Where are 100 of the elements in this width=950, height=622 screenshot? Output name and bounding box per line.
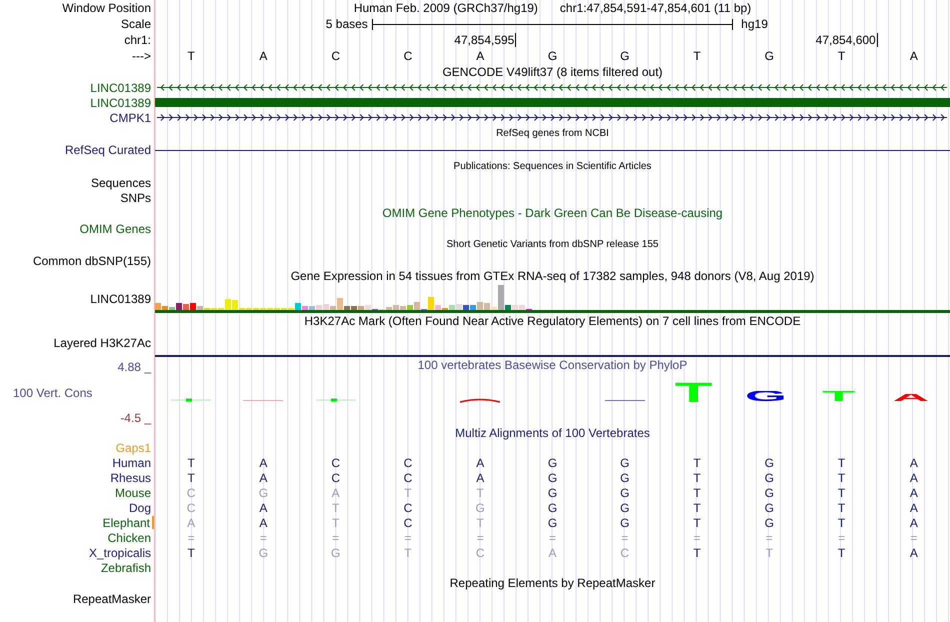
sequence-base: G bbox=[764, 49, 774, 63]
alignment-base: A bbox=[910, 500, 918, 514]
alignment-base: T bbox=[187, 456, 195, 470]
species-label[interactable]: Dog bbox=[128, 500, 151, 514]
species-label[interactable]: Zebrafish bbox=[100, 560, 151, 574]
alignment-base: G bbox=[764, 486, 774, 500]
alignment-base: G bbox=[258, 546, 268, 560]
track-label[interactable]: Sequences bbox=[90, 176, 151, 190]
alignment-base: G bbox=[764, 456, 774, 470]
alignment-base: = bbox=[260, 530, 267, 544]
track-title: OMIM Gene Phenotypes - Dark Green Can Be Disease-causing bbox=[382, 206, 723, 220]
alignment-base: = bbox=[188, 530, 195, 544]
assembly-label: hg19 bbox=[740, 17, 768, 31]
alignment-base: G bbox=[620, 486, 630, 500]
alignment-base: G bbox=[548, 470, 558, 484]
coordinate-tick: 47,854,600 bbox=[816, 33, 878, 47]
alignment-base: G bbox=[620, 470, 630, 484]
sequence-base: A bbox=[259, 49, 268, 63]
alignment-base: G bbox=[548, 500, 558, 514]
alignment-base: = bbox=[694, 530, 701, 544]
axis-min-label: -4.5 _ bbox=[120, 411, 151, 425]
alignment-base: A bbox=[548, 546, 556, 560]
track-label[interactable]: Layered H3K27Ac bbox=[54, 336, 151, 350]
alignment-base: A bbox=[332, 486, 340, 500]
track-label[interactable]: CMPK1 bbox=[110, 110, 151, 124]
alignment-base: T bbox=[693, 516, 701, 530]
track-label[interactable]: LINC01389 bbox=[90, 80, 151, 94]
region-text: chr1:47,854,591-47,854,601 (11 bp) bbox=[560, 1, 752, 15]
species-label[interactable]: Mouse bbox=[114, 486, 151, 500]
sequence-base: A bbox=[910, 49, 918, 63]
track-title: Gene Expression in 54 tissues from GTEx RNA-seq of 17382 samples, 948 donors (V8, Aug 2019) bbox=[290, 269, 814, 283]
row-label: Window Position bbox=[62, 1, 151, 15]
alignment-base: G bbox=[548, 486, 558, 500]
alignment-base: T bbox=[838, 516, 846, 530]
alignment-base: T bbox=[766, 546, 773, 560]
assembly-name: Human Feb. 2009 (GRCh37/hg19) bbox=[354, 1, 538, 15]
sequence-base: C bbox=[404, 49, 412, 63]
track-title: 100 vertebrates Basewise Conservation by PhyloP bbox=[418, 358, 688, 372]
alignment-base: C bbox=[331, 470, 340, 484]
alignment-base: A bbox=[476, 456, 484, 470]
alignment-base: = bbox=[766, 530, 773, 544]
scale-text: 5 bases bbox=[326, 17, 369, 31]
alignment-base: T bbox=[187, 546, 195, 560]
alignment-base: C bbox=[476, 546, 485, 560]
coordinate-tick: 47,854,595 bbox=[454, 33, 516, 47]
species-label[interactable]: Human bbox=[112, 456, 151, 470]
alignment-base: T bbox=[838, 470, 846, 484]
track-label[interactable]: LINC01389 bbox=[90, 292, 151, 306]
track-label[interactable]: LINC01389 bbox=[90, 96, 151, 110]
alignment-base: G bbox=[620, 500, 630, 514]
track-title: Multiz Alignments of 100 Vertebrates bbox=[455, 426, 650, 440]
alignment-base: T bbox=[693, 456, 701, 470]
species-label[interactable]: Chicken bbox=[108, 530, 151, 544]
sequence-base: T bbox=[838, 49, 846, 63]
alignment-base: G bbox=[258, 486, 268, 500]
sequence-base: C bbox=[331, 49, 340, 63]
alignment-base: A bbox=[259, 516, 268, 530]
axis-max-label: 4.88 _ bbox=[118, 360, 151, 374]
track-title: H3K27Ac Mark (Often Found Near Active Regulatory Elements) on 7 cell lines from ENCODE bbox=[304, 314, 801, 328]
alignment-base: T bbox=[838, 500, 846, 514]
track-title: Repeating Elements by RepeatMasker bbox=[450, 576, 656, 590]
track-label[interactable]: RepeatMasker bbox=[72, 592, 151, 606]
alignment-base: C bbox=[404, 516, 412, 530]
alignment-base: C bbox=[404, 470, 412, 484]
alignment-base: = bbox=[838, 530, 846, 544]
alignment-base: = bbox=[476, 530, 484, 544]
alignment-base: A bbox=[259, 500, 268, 514]
sequence-base: T bbox=[187, 49, 195, 63]
alignment-base: = bbox=[910, 530, 918, 544]
alignment-base: T bbox=[187, 470, 195, 484]
alignment-base: A bbox=[910, 470, 918, 484]
track-label[interactable]: 100 Vert. Cons bbox=[0, 386, 92, 400]
alignment-base: G bbox=[620, 516, 630, 530]
track-label[interactable]: RefSeq Curated bbox=[64, 143, 151, 157]
alignment-base: C bbox=[186, 500, 196, 514]
track-label[interactable]: OMIM Genes bbox=[80, 222, 151, 236]
alignment-base: T bbox=[332, 500, 340, 514]
track-label[interactable]: SNPs bbox=[120, 190, 151, 204]
alignment-base: G bbox=[331, 546, 340, 560]
alignment-base: T bbox=[838, 456, 846, 470]
alignment-base: C bbox=[331, 456, 340, 470]
track-label[interactable]: Common dbSNP(155) bbox=[32, 254, 151, 268]
species-label[interactable]: Elephant bbox=[102, 516, 150, 530]
alignment-base: A bbox=[259, 456, 268, 470]
alignment-base: T bbox=[838, 546, 846, 560]
alignment-base: T bbox=[404, 486, 412, 500]
track-title: RefSeq genes from NCBI bbox=[496, 126, 609, 140]
alignment-base: = bbox=[332, 530, 340, 544]
sequence-base: T bbox=[693, 49, 701, 63]
alignment-base: G bbox=[476, 500, 485, 514]
species-label[interactable]: X_tropicalis bbox=[88, 546, 151, 560]
sequence-base: G bbox=[620, 49, 630, 63]
alignment-base: T bbox=[693, 470, 701, 484]
species-label[interactable]: Rhesus bbox=[110, 470, 151, 484]
alignment-base: C bbox=[404, 456, 412, 470]
alignment-base: = bbox=[621, 530, 628, 544]
alignment-base: T bbox=[476, 516, 484, 530]
alignment-base: = bbox=[548, 530, 556, 544]
alignment-base: A bbox=[259, 470, 268, 484]
logo-letter: T bbox=[675, 382, 713, 402]
